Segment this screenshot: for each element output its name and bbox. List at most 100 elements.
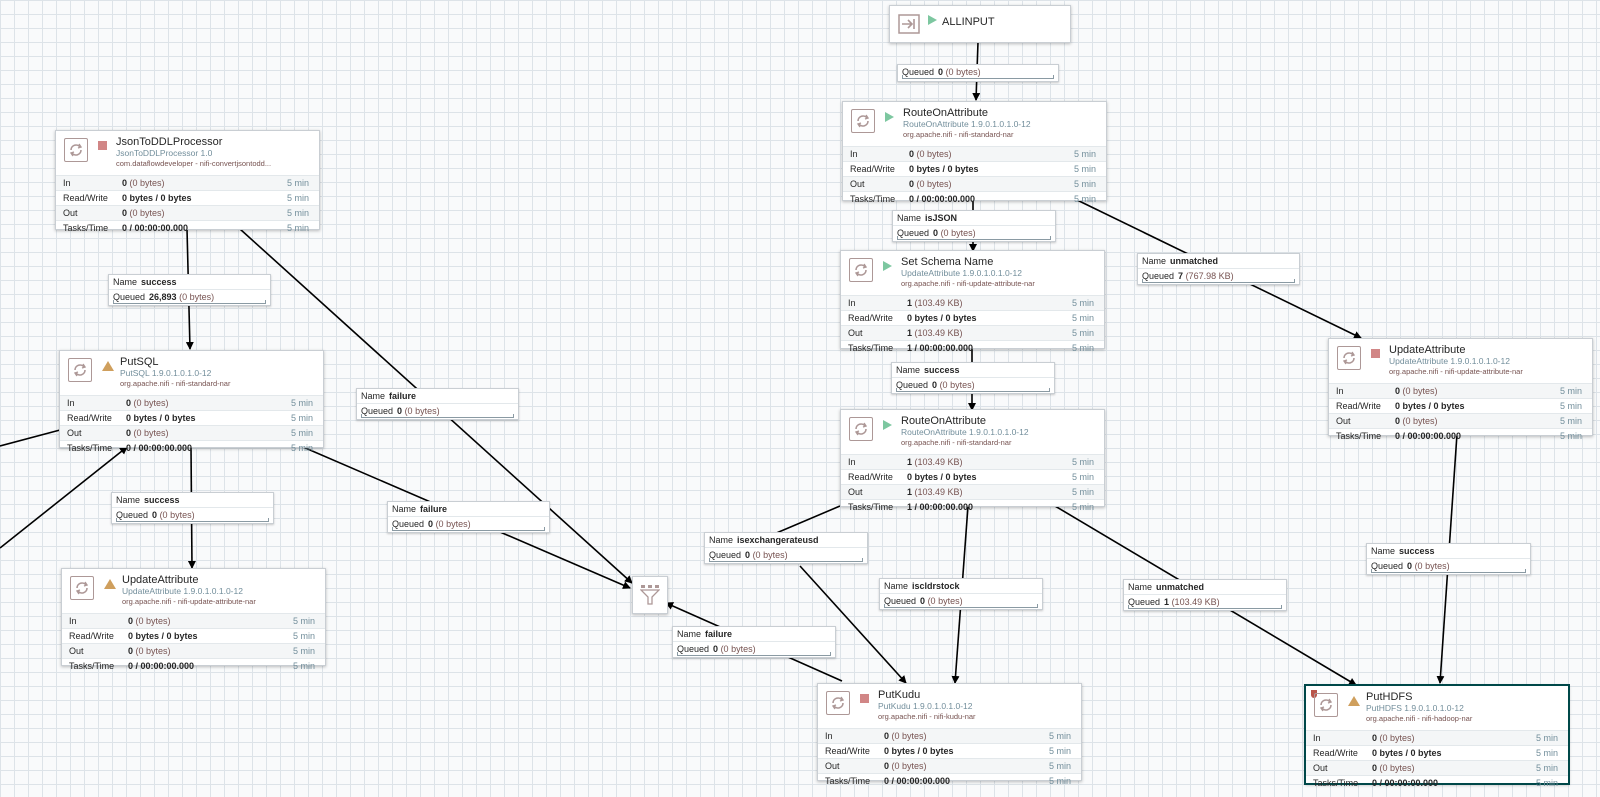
processor-bundle: com.dataflowdeveloper - nifi-convertjson… (116, 159, 272, 168)
queue-progress-bar (113, 300, 266, 304)
processor-icon (1337, 346, 1361, 370)
stat-value-in: 1 (103.49 KB) (907, 298, 963, 308)
stat-value-rw: 0 bytes / 0 bytes (122, 193, 192, 203)
stat-window: 5 min (1071, 343, 1094, 353)
name-row: Name unmatched (1142, 256, 1219, 266)
stat-value-out: 0 (0 bytes) (128, 646, 171, 656)
stat-label-out: Out (67, 428, 82, 438)
queued-row: Queued 0 (0 bytes) (880, 593, 1042, 608)
processor-icon (1314, 693, 1338, 717)
processor-type: RouteOnAttribute 1.9.0.1.0.1.0-12 (903, 119, 1031, 129)
stat-label-rw: Read/Write (848, 313, 893, 323)
connection-label-json-success[interactable]: Name success Queued 26,893 (0 bytes) (108, 274, 271, 306)
stat-label-tasks: Tasks/Time (1336, 431, 1382, 441)
processor-name: PutSQL (120, 356, 159, 368)
conn-line-left-up (0, 446, 128, 549)
stat-window: 5 min (290, 398, 313, 408)
processor-type: PutKudu 1.9.0.1.0.1.0-12 (878, 701, 973, 711)
processor-putkudu[interactable]: PutKudu PutKudu 1.9.0.1.0.1.0-12 org.apa… (817, 683, 1082, 786)
queued-row: Queued 0 (0 bytes) (893, 225, 1055, 240)
funnel[interactable] (632, 576, 668, 614)
processor-name: PutKudu (878, 689, 921, 701)
stat-window: 5 min (1535, 748, 1558, 758)
stat-window: 5 min (1071, 502, 1094, 512)
connection-label-isexchangerateusd[interactable]: Name isexchangerateusd Queued 0 (0 bytes) (704, 532, 868, 564)
flow-canvas[interactable]: ALLINPUT JsonToDDLProcessor JsonToDDLPro… (0, 0, 1600, 797)
stat-window: 5 min (1048, 761, 1071, 771)
name-row: Name iscldrstock (884, 581, 960, 591)
stat-value-rw: 0 bytes / 0 bytes (1372, 748, 1442, 758)
connection-label-allinput[interactable]: Queued 0 (0 bytes) (897, 64, 1059, 82)
stat-window: 5 min (1559, 401, 1582, 411)
processor-icon (849, 258, 873, 282)
processor-name: UpdateAttribute (1389, 344, 1466, 356)
stat-label-rw: Read/Write (825, 746, 870, 756)
processor-jsontoddl[interactable]: JsonToDDLProcessor JsonToDDLProcessor 1.… (55, 130, 320, 233)
stat-window: 5 min (1535, 778, 1558, 788)
processor-routeonattribute-1[interactable]: RouteOnAttribute RouteOnAttribute 1.9.0.… (842, 101, 1107, 204)
stopped-status-icon (860, 694, 869, 703)
queue-progress-bar (116, 518, 269, 522)
queued-row: Queued 26,893 (0 bytes) (109, 289, 270, 304)
connection-label-putsql-failure[interactable]: Name failure Queued 0 (0 bytes) (387, 501, 550, 533)
stat-value-tasks: 0 / 00:00:00.000 (1372, 778, 1439, 788)
stat-window: 5 min (1071, 298, 1094, 308)
stat-window: 5 min (290, 428, 313, 438)
stat-label-tasks: Tasks/Time (825, 776, 871, 786)
queued-row: Queued 0 (0 bytes) (1367, 558, 1530, 573)
processor-type: RouteOnAttribute 1.9.0.1.0.1.0-12 (901, 427, 1029, 437)
stat-value-out: 0 (0 bytes) (1395, 416, 1438, 426)
name-row: Name unmatched (1128, 582, 1205, 592)
processor-bundle: org.apache.nifi - nifi-update-attribute-… (1389, 367, 1523, 376)
processor-bundle: org.apache.nifi - nifi-standard-nar (901, 438, 1012, 447)
stat-window: 5 min (1535, 763, 1558, 773)
queue-progress-bar (1371, 569, 1526, 573)
connection-label-isjson[interactable]: Name isJSON Queued 0 (0 bytes) (892, 210, 1056, 242)
processor-set-schema-name[interactable]: Set Schema Name UpdateAttribute 1.9.0.1.… (840, 250, 1105, 353)
processor-putsql[interactable]: PutSQL PutSQL 1.9.0.1.0.1.0-12 org.apach… (59, 350, 324, 453)
processor-bundle: org.apache.nifi - nifi-kudu-nar (878, 712, 976, 721)
queued-row: Queued 0 (0 bytes) (705, 547, 867, 562)
processor-routeonattribute-2[interactable]: RouteOnAttribute RouteOnAttribute 1.9.0.… (840, 409, 1105, 512)
name-row: Name success (113, 277, 177, 287)
stat-window: 5 min (1535, 733, 1558, 743)
stat-value-tasks: 1 / 00:00:00.000 (907, 502, 974, 512)
warning-icon (104, 579, 116, 589)
connection-label-schema-success[interactable]: Name success Queued 0 (0 bytes) (891, 362, 1055, 394)
stat-label-in: In (848, 298, 856, 308)
name-row: Name isexchangerateusd (709, 535, 819, 545)
processor-type: UpdateAttribute 1.9.0.1.0.1.0-12 (1389, 356, 1510, 366)
stat-value-in: 0 (0 bytes) (1395, 386, 1438, 396)
stat-window: 5 min (1048, 776, 1071, 786)
running-status-icon (883, 420, 892, 430)
connection-label-update-success[interactable]: Name success Queued 0 (0 bytes) (1366, 543, 1531, 575)
processor-bundle: org.apache.nifi - nifi-standard-nar (903, 130, 1014, 139)
stat-label-rw: Read/Write (63, 193, 108, 203)
stat-value-out: 0 (0 bytes) (884, 761, 927, 771)
stopped-status-icon (98, 141, 107, 150)
stat-label-tasks: Tasks/Time (69, 661, 115, 671)
warning-icon (1348, 696, 1360, 706)
stat-label-out: Out (63, 208, 78, 218)
connection-label-kudu-failure[interactable]: Name failure Queued 0 (0 bytes) (672, 626, 836, 658)
connection-label-putsql-success[interactable]: Name success Queued 0 (0 bytes) (111, 492, 274, 524)
processor-name: Set Schema Name (901, 256, 994, 268)
processor-updateattribute-right[interactable]: UpdateAttribute UpdateAttribute 1.9.0.1.… (1328, 338, 1593, 441)
processor-icon (826, 691, 850, 715)
connection-label-unmatched-1[interactable]: Name unmatched Queued 7 (767.98 KB) (1137, 253, 1300, 285)
stat-value-rw: 0 bytes / 0 bytes (126, 413, 196, 423)
stat-label-rw: Read/Write (848, 472, 893, 482)
queued-row: Queued 0 (0 bytes) (388, 516, 549, 531)
connection-label-json-failure[interactable]: Name failure Queued 0 (0 bytes) (356, 388, 519, 420)
input-port-allinput[interactable]: ALLINPUT (889, 5, 1071, 43)
stat-value-tasks: 0 / 00:00:00.000 (884, 776, 951, 786)
processor-bundle: org.apache.nifi - nifi-standard-nar (120, 379, 231, 388)
queue-progress-bar (1128, 605, 1282, 609)
connection-label-iscldrstock[interactable]: Name iscldrstock Queued 0 (0 bytes) (879, 578, 1043, 610)
stat-window: 5 min (1559, 431, 1582, 441)
processor-updateattribute-left[interactable]: UpdateAttribute UpdateAttribute 1.9.0.1.… (61, 568, 326, 671)
processor-icon (851, 109, 875, 133)
connection-label-unmatched-2[interactable]: Name unmatched Queued 1 (103.49 KB) (1123, 579, 1287, 611)
processor-puthdfs[interactable]: PutHDFS PutHDFS 1.9.0.1.0.1.0-12 org.apa… (1305, 685, 1569, 788)
name-row: Name success (116, 495, 180, 505)
